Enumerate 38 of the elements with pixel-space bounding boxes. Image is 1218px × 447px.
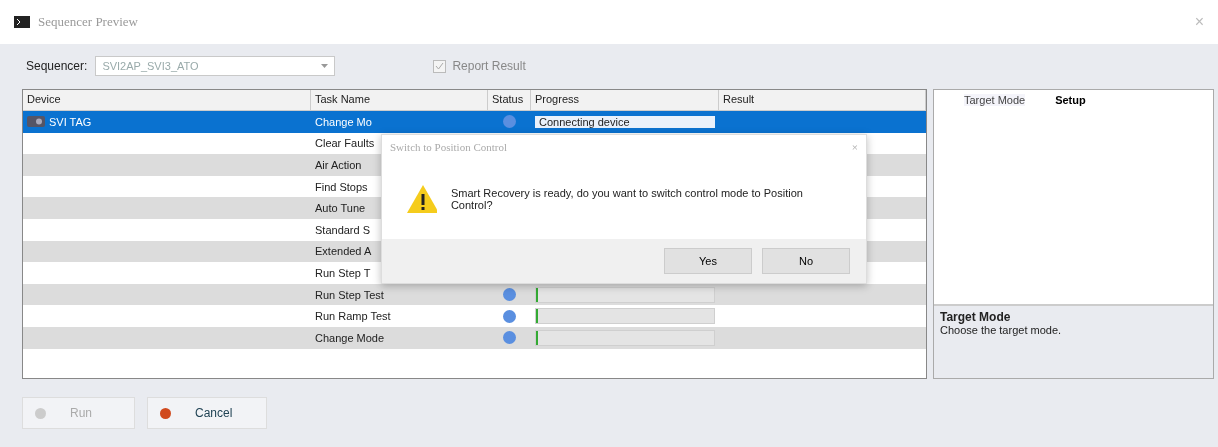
help-text: Choose the target mode. <box>940 324 1063 336</box>
table-cell: Clear Faults <box>315 137 375 150</box>
dialog-button[interactable]: No <box>762 248 850 275</box>
cancel-button[interactable]: Cancel <box>147 397 267 429</box>
panel-tab[interactable]: Target Mode <box>964 94 1026 107</box>
table-cell: Auto Tune <box>315 202 366 215</box>
window-title: Sequencer Preview <box>38 13 139 30</box>
column-header[interactable]: Result <box>719 90 926 111</box>
app-icon <box>14 15 30 28</box>
table-row[interactable]: Change Mode <box>23 327 926 349</box>
column-header[interactable]: Task Name <box>311 90 488 111</box>
report-checkbox[interactable] <box>433 59 447 73</box>
help-title: Target Mode <box>940 310 1012 324</box>
dialog-message: Smart Recovery is ready, do you want to switch control mode to Position Control? <box>450 187 804 212</box>
dialog-button[interactable]: Yes <box>664 248 752 275</box>
device-icon <box>27 116 45 128</box>
panel-tab[interactable]: Setup <box>1055 94 1086 107</box>
column-header[interactable]: Status <box>488 90 531 111</box>
table-cell: Change Mode <box>315 331 385 344</box>
table-row[interactable]: Run Step Test <box>23 283 926 306</box>
table-cell: SVI TAG <box>49 115 92 128</box>
column-header[interactable]: Device <box>23 90 311 111</box>
warning-icon <box>406 184 437 215</box>
table-cell: Extended A <box>315 245 372 258</box>
table-row[interactable]: SVI TAG Change Mo Connecting device <box>23 111 926 133</box>
table-cell: Find Stops <box>315 180 368 193</box>
table-cell: Run Step T <box>315 267 371 279</box>
sequencer-label: Sequencer: <box>26 59 88 74</box>
column-header[interactable]: Progress <box>531 90 719 111</box>
table-cell: Change Mo <box>315 115 372 128</box>
table-cell: Run Step Test <box>315 288 384 301</box>
progress-text: Connecting device <box>535 115 715 128</box>
checkbox-label: Report Result <box>452 59 526 74</box>
caret-icon <box>321 64 329 69</box>
table-cell: Standard S <box>315 223 371 236</box>
dialog-title: Switch to Position Control <box>390 141 508 154</box>
table-cell: Run Ramp Test <box>315 310 391 323</box>
table-cell: Air Action <box>315 159 362 172</box>
